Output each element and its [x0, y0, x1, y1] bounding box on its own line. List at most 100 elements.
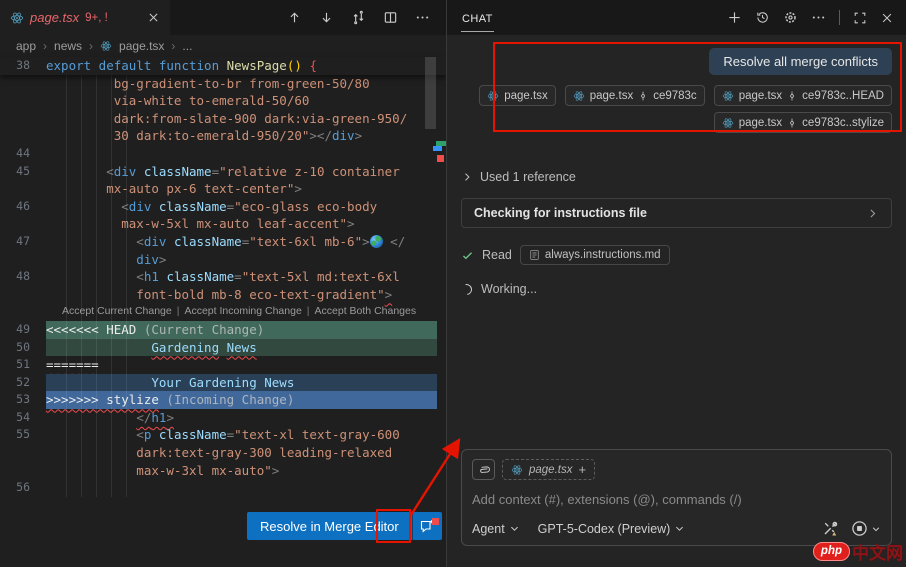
add-context-icon[interactable]: +: [578, 462, 586, 477]
react-file-icon: [10, 11, 24, 25]
code-line: 46 <div className="eco-glass eco-body: [0, 198, 446, 216]
request-context-chip[interactable]: page.tsx ce9783c: [564, 85, 705, 106]
code-line: 49 <<<<<<< HEAD (Current Change): [0, 320, 446, 339]
watermark: php 中文网: [812, 539, 903, 564]
tab-page-tsx[interactable]: page.tsx 9+, !: [0, 0, 170, 35]
mode-label: Agent: [472, 521, 505, 536]
instructions-file-chip[interactable]: always.instructions.md: [519, 245, 670, 265]
overview-ruler-incoming-mark: [433, 146, 442, 151]
open-changes-icon[interactable]: [351, 10, 366, 25]
chat-input-placeholder[interactable]: Add context (#), extensions (@), command…: [472, 492, 881, 507]
code-text[interactable]: =======: [46, 356, 437, 374]
more-actions-icon[interactable]: [811, 10, 826, 25]
code-text[interactable]: </h1>: [46, 409, 437, 427]
git-ref-icon: [790, 91, 795, 100]
request-context-chip[interactable]: page.tsx ce9783c..stylize: [713, 112, 892, 133]
close-panel-icon[interactable]: [880, 11, 894, 25]
breadcrumb-item-symbol[interactable]: ...: [182, 39, 192, 53]
chat-pane: CHAT Resolve all merge conflicts page.ts…: [446, 0, 906, 567]
context-file-name: page.tsx: [529, 463, 573, 476]
chip-git-ref: ce9783c: [653, 89, 697, 102]
code-line: bg-gradient-to-br from-green-50/80: [0, 75, 446, 93]
code-line: 52 Your Gardening News: [0, 373, 446, 392]
code-editor[interactable]: 38 export default function NewsPage() { b…: [0, 57, 446, 497]
code-text[interactable]: dark:text-gray-300 leading-relaxed: [46, 444, 437, 462]
accept-current-change-link[interactable]: Accept Current Change: [62, 303, 172, 321]
git-ref-icon: [641, 91, 646, 100]
line-number: [0, 110, 46, 128]
code-line: mx-auto px-6 text-center">: [0, 180, 446, 198]
code-text[interactable]: font-bold mb-8 eco-text-gradient">: [46, 286, 437, 304]
more-actions-icon[interactable]: [415, 10, 430, 25]
resolve-in-merge-editor-button[interactable]: Resolve in Merge Editor: [247, 512, 442, 540]
line-number: 53: [16, 392, 30, 407]
mode-picker[interactable]: Agent: [472, 522, 520, 536]
code-line: div>: [0, 251, 446, 269]
configure-chat-icon[interactable]: [783, 10, 798, 25]
line-number: 55: [16, 427, 30, 442]
code-text[interactable]: <div className="text-6xl mb-6"> </: [46, 233, 437, 251]
resolve-button-label[interactable]: Resolve in Merge Editor: [247, 512, 412, 540]
code-text[interactable]: dark:from-slate-900 dark:via-green-950/: [46, 110, 437, 128]
code-text[interactable]: <h1 className="text-5xl md:text-6xl: [46, 268, 437, 286]
code-text[interactable]: Your Gardening News: [46, 373, 437, 392]
vscode-window: page.tsx 9+, ! app › news › page.tsx › .…: [0, 0, 906, 567]
breadcrumb-item-file[interactable]: page.tsx: [119, 39, 164, 53]
check-icon: [462, 251, 473, 259]
code-text[interactable]: [46, 479, 437, 497]
working-label: Working...: [481, 282, 538, 296]
code-text[interactable]: 30 dark:to-emerald-950/20"></div>: [46, 127, 437, 145]
current-file-context-chip[interactable]: page.tsx +: [502, 459, 596, 480]
code-text[interactable]: <div className="eco-glass eco-body: [46, 198, 437, 216]
code-text[interactable]: <p className="text-xl text-gray-600: [46, 426, 437, 444]
line-number: [0, 75, 46, 93]
code-text[interactable]: export default function NewsPage() {: [46, 57, 437, 75]
chat-controls-row: Agent GPT-5-Codex (Preview): [472, 520, 881, 537]
code-text[interactable]: >>>>>>> stylize (Incoming Change): [46, 391, 437, 409]
previous-conflict-icon[interactable]: [287, 10, 302, 25]
next-conflict-icon[interactable]: [319, 10, 334, 25]
tab-file-name: page.tsx: [30, 10, 80, 25]
code-text[interactable]: max-w-3xl mx-auto">: [46, 462, 437, 480]
read-file-step: Read always.instructions.md: [461, 245, 892, 265]
chat-tab[interactable]: CHAT: [461, 4, 494, 32]
breadcrumb-item-news[interactable]: news: [54, 39, 82, 53]
editor-scrollbar[interactable]: [425, 57, 436, 129]
maximize-panel-icon[interactable]: [853, 11, 867, 25]
code-text[interactable]: div>: [46, 251, 437, 269]
line-number: [0, 92, 46, 110]
used-references-row[interactable]: Used 1 reference: [461, 170, 892, 184]
code-text[interactable]: <<<<<<< HEAD (Current Change): [46, 320, 437, 339]
code-text[interactable]: via-white to-emerald-50/60: [46, 92, 437, 110]
model-picker[interactable]: GPT-5-Codex (Preview): [538, 522, 686, 536]
accept-incoming-change-link[interactable]: Accept Incoming Change: [184, 303, 301, 321]
chip-file-name: page.tsx: [589, 89, 634, 102]
split-editor-icon[interactable]: [383, 10, 398, 25]
context-row: page.tsx +: [472, 459, 881, 480]
tool-call-box[interactable]: Checking for instructions file: [461, 198, 892, 228]
chevron-right-icon: [866, 207, 879, 220]
code-text[interactable]: mx-auto px-6 text-center">: [46, 180, 437, 198]
accept-both-changes-link[interactable]: Accept Both Changes: [315, 303, 417, 321]
breadcrumb-item-app[interactable]: app: [16, 39, 36, 53]
code-text[interactable]: max-w-5xl mx-auto leaf-accent">: [46, 215, 437, 233]
breadcrumb: app › news › page.tsx › ...: [0, 35, 446, 57]
configure-tools-icon[interactable]: [822, 520, 839, 537]
code-text[interactable]: [46, 145, 437, 163]
request-context-chip[interactable]: page.tsx: [479, 85, 556, 106]
attach-context-button[interactable]: [472, 459, 495, 480]
code-text[interactable]: <div className="relative z-10 container: [46, 163, 437, 181]
editor-pane: page.tsx 9+, ! app › news › page.tsx › .…: [0, 0, 446, 567]
tab-close-icon[interactable]: [147, 11, 160, 24]
request-context-chip[interactable]: page.tsx ce9783c..HEAD: [713, 85, 892, 106]
react-file-icon: [722, 90, 733, 101]
loading-spinner-icon: [458, 281, 475, 297]
stop-request-control[interactable]: [851, 520, 881, 537]
resolve-with-copilot-icon[interactable]: [411, 512, 442, 540]
new-chat-icon[interactable]: [727, 10, 742, 25]
code-line: 48 <h1 className="text-5xl md:text-6xl: [0, 268, 446, 286]
code-text[interactable]: bg-gradient-to-br from-green-50/80: [46, 75, 437, 93]
chat-history-icon[interactable]: [755, 10, 770, 25]
chat-input-box[interactable]: page.tsx + Add context (#), extensions (…: [461, 449, 892, 546]
code-text[interactable]: Gardening News: [46, 338, 437, 357]
